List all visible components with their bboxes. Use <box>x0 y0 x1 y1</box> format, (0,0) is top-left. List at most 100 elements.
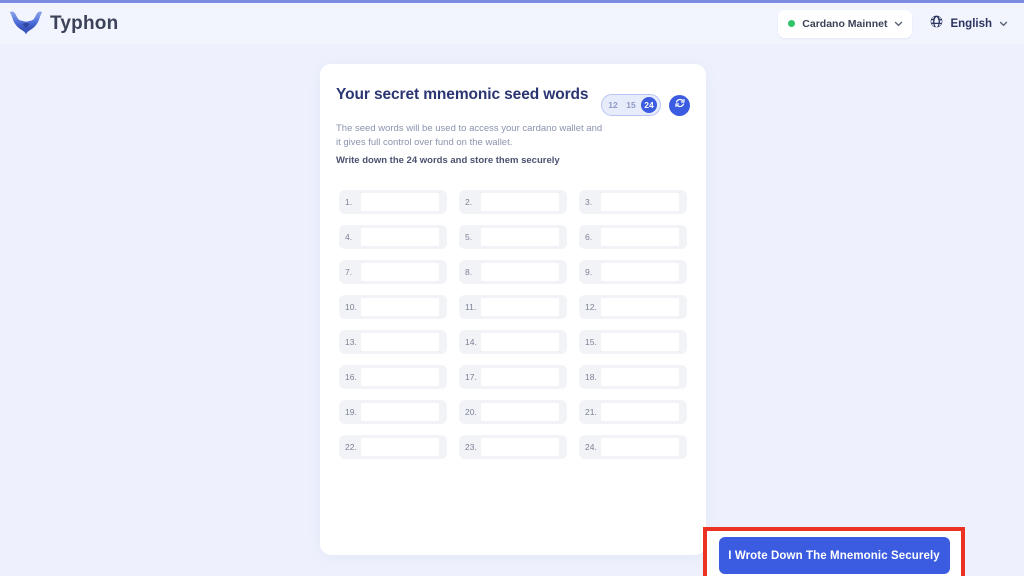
word-index: 7. <box>345 266 353 277</box>
word-cell-4[interactable]: 4. <box>339 224 447 249</box>
word-index: 4. <box>345 231 353 242</box>
word-input-17[interactable] <box>481 367 559 386</box>
word-input-20[interactable] <box>481 402 559 421</box>
word-input-11[interactable] <box>481 297 559 316</box>
word-input-10[interactable] <box>361 297 439 316</box>
word-index: 21. <box>585 406 597 417</box>
chevron-down-icon <box>999 15 1008 33</box>
globe-icon <box>930 15 943 33</box>
word-input-1[interactable] <box>361 192 439 211</box>
word-index: 14. <box>465 336 477 347</box>
typhon-bull-logo-icon <box>8 10 44 38</box>
word-cell-20[interactable]: 20. <box>459 399 567 424</box>
word-cell-23[interactable]: 23. <box>459 434 567 459</box>
card-description: The seed words will be used to access yo… <box>336 123 603 148</box>
mnemonic-card: Your secret mnemonic seed words 12 15 24… <box>320 64 965 576</box>
app-header: Typhon Cardano Mainnet English <box>0 3 1024 44</box>
chevron-down-icon <box>894 15 903 33</box>
word-cell-13[interactable]: 13. <box>339 329 447 354</box>
word-count-option-24[interactable]: 24 <box>641 97 657 113</box>
word-cell-12[interactable]: 12. <box>579 294 687 319</box>
word-cell-24[interactable]: 24. <box>579 434 687 459</box>
word-cell-18[interactable]: 18. <box>579 364 687 389</box>
word-input-8[interactable] <box>481 262 559 281</box>
language-selector[interactable]: English <box>930 15 1010 33</box>
word-cell-16[interactable]: 16. <box>339 364 447 389</box>
header-actions: Cardano Mainnet English <box>778 9 1010 38</box>
refresh-icon <box>674 96 686 114</box>
word-cell-9[interactable]: 9. <box>579 259 687 284</box>
mnemonic-word-grid: 1. 2. 3. 4. 5. 6. 7. 8. 9. 10. 11. 12. 1… <box>336 189 690 459</box>
word-input-23[interactable] <box>481 437 559 456</box>
network-label: Cardano Mainnet <box>802 17 888 30</box>
word-input-22[interactable] <box>361 437 439 456</box>
word-input-6[interactable] <box>601 227 679 246</box>
word-index: 2. <box>465 196 473 207</box>
word-input-3[interactable] <box>601 192 679 211</box>
word-input-24[interactable] <box>601 437 679 456</box>
word-cell-11[interactable]: 11. <box>459 294 567 319</box>
word-index: 3. <box>585 196 593 207</box>
page-title: Your secret mnemonic seed words <box>336 86 589 103</box>
word-cell-15[interactable]: 15. <box>579 329 687 354</box>
word-cell-2[interactable]: 2. <box>459 189 567 214</box>
word-index: 15. <box>585 336 597 347</box>
network-status-dot <box>788 20 796 27</box>
word-cell-6[interactable]: 6. <box>579 224 687 249</box>
word-index: 23. <box>465 441 477 452</box>
word-index: 13. <box>345 336 357 347</box>
word-index: 11. <box>465 301 477 312</box>
word-input-2[interactable] <box>481 192 559 211</box>
word-input-14[interactable] <box>481 332 559 351</box>
word-cell-14[interactable]: 14. <box>459 329 567 354</box>
regenerate-mnemonic-button[interactable] <box>669 94 690 116</box>
confirm-button-highlight: I Wrote Down The Mnemonic Securely <box>703 527 965 576</box>
word-input-4[interactable] <box>361 227 439 246</box>
word-index: 6. <box>585 231 593 242</box>
word-index: 12. <box>585 301 597 312</box>
word-input-15[interactable] <box>601 332 679 351</box>
word-cell-1[interactable]: 1. <box>339 189 447 214</box>
word-input-21[interactable] <box>601 402 679 421</box>
word-count-option-12[interactable]: 12 <box>605 97 621 113</box>
word-index: 1. <box>345 196 353 207</box>
word-index: 10. <box>345 301 357 312</box>
word-index: 5. <box>465 231 473 242</box>
brand-name: Typhon <box>50 12 119 34</box>
word-cell-21[interactable]: 21. <box>579 399 687 424</box>
word-index: 20. <box>465 406 477 417</box>
word-input-12[interactable] <box>601 297 679 316</box>
word-input-18[interactable] <box>601 367 679 386</box>
word-cell-10[interactable]: 10. <box>339 294 447 319</box>
word-index: 9. <box>585 266 593 277</box>
word-count-option-15[interactable]: 15 <box>623 97 639 113</box>
word-input-5[interactable] <box>481 227 559 246</box>
word-index: 24. <box>585 441 597 452</box>
word-index: 18. <box>585 371 597 382</box>
word-cell-22[interactable]: 22. <box>339 434 447 459</box>
word-cell-17[interactable]: 17. <box>459 364 567 389</box>
word-input-7[interactable] <box>361 262 439 281</box>
word-count-segmented-control[interactable]: 12 15 24 <box>601 94 661 116</box>
word-input-19[interactable] <box>361 402 439 421</box>
word-cell-7[interactable]: 7. <box>339 259 447 284</box>
word-cell-5[interactable]: 5. <box>459 224 567 249</box>
word-input-9[interactable] <box>601 262 679 281</box>
card-note: Write down the 24 words and store them s… <box>336 154 560 166</box>
word-index: 8. <box>465 266 473 277</box>
word-index: 16. <box>345 371 357 382</box>
word-index: 22. <box>345 441 357 452</box>
confirm-mnemonic-button[interactable]: I Wrote Down The Mnemonic Securely <box>718 537 950 574</box>
word-index: 17. <box>465 371 477 382</box>
word-index: 19. <box>345 406 357 417</box>
language-label: English <box>950 17 992 30</box>
network-selector[interactable]: Cardano Mainnet <box>778 9 913 38</box>
word-cell-19[interactable]: 19. <box>339 399 447 424</box>
word-cell-3[interactable]: 3. <box>579 189 687 214</box>
word-input-16[interactable] <box>361 367 439 386</box>
word-input-13[interactable] <box>361 332 439 351</box>
card-header: Your secret mnemonic seed words 12 15 24 <box>336 86 690 116</box>
brand: Typhon <box>8 10 118 38</box>
word-cell-8[interactable]: 8. <box>459 259 567 284</box>
word-count-controls: 12 15 24 <box>601 94 690 116</box>
